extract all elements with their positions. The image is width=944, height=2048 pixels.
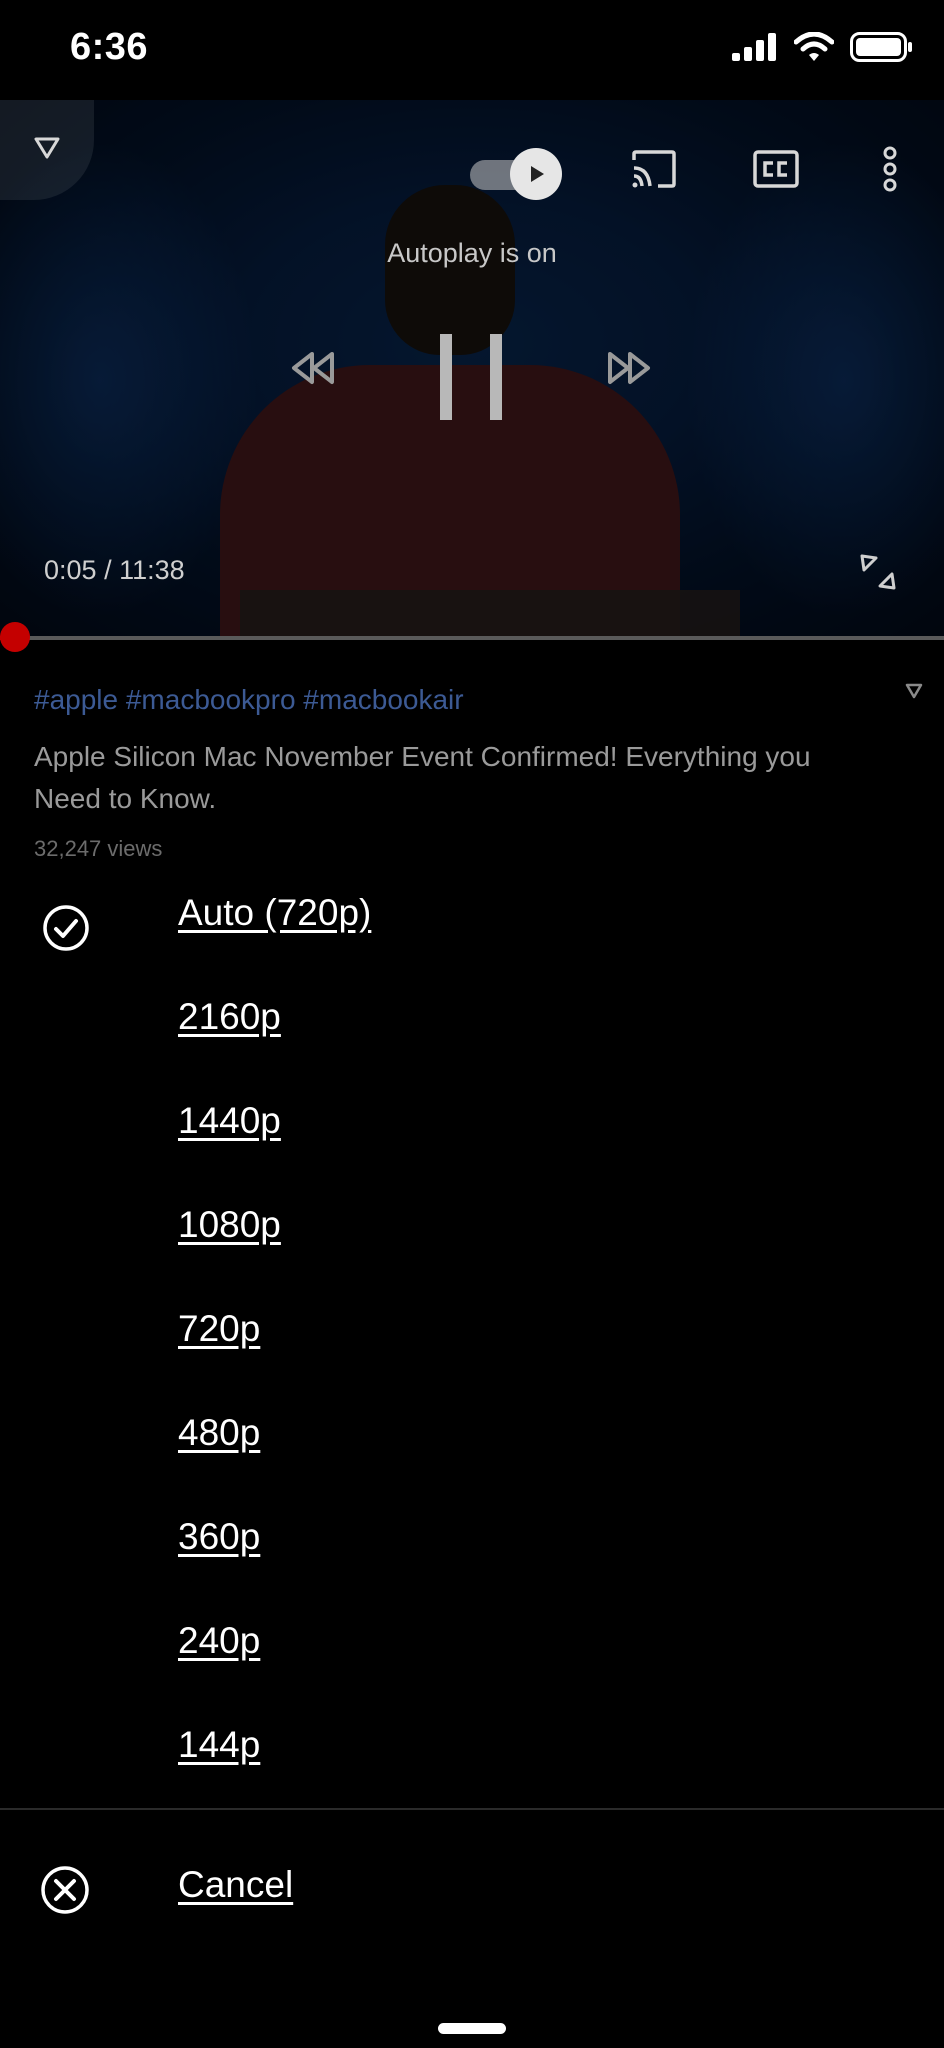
quality-option-480p[interactable]: 480p (0, 1384, 944, 1488)
quality-option-1080p[interactable]: 1080p (0, 1176, 944, 1280)
quality-option-label: 240p (178, 1620, 261, 1661)
cancel-label: Cancel (178, 1864, 294, 1905)
wifi-icon (794, 32, 834, 62)
status-bar: 6:36 (0, 0, 944, 100)
progress-scrubber[interactable] (0, 622, 30, 652)
pause-button[interactable] (438, 332, 504, 427)
autoplay-status-label: Autoplay is on (387, 238, 557, 268)
more-options-button[interactable] (880, 145, 900, 198)
fast-forward-icon (604, 352, 654, 392)
video-player[interactable]: Autoplay is on 0:05 / 11:38 (0, 100, 944, 640)
autoplay-toggle-icon (510, 148, 562, 200)
quality-option-label: 720p (178, 1308, 261, 1349)
status-icons (732, 32, 914, 62)
expand-description-button[interactable] (904, 682, 924, 705)
chevron-down-icon (904, 683, 924, 704)
progress-bar[interactable] (0, 636, 944, 640)
current-time: 0:05 (44, 555, 97, 585)
quality-option-auto[interactable]: Auto (720p) (0, 864, 944, 968)
quality-option-label: 2160p (178, 996, 281, 1037)
pause-icon (438, 334, 504, 426)
signal-icon (732, 33, 778, 61)
cast-button[interactable] (630, 148, 678, 195)
quality-option-label: 144p (178, 1724, 261, 1765)
quality-option-label: Auto (720p) (178, 892, 372, 933)
quality-option-720p[interactable]: 720p (0, 1280, 944, 1384)
fast-forward-button[interactable] (604, 348, 654, 393)
duration: 11:38 (119, 555, 185, 585)
fullscreen-button[interactable] (858, 552, 898, 597)
more-vert-icon (880, 146, 900, 197)
fullscreen-icon (858, 554, 898, 596)
quality-option-144p[interactable]: 144p (0, 1696, 944, 1800)
captions-button[interactable] (752, 148, 800, 195)
time-display: 0:05 / 11:38 (44, 555, 185, 586)
video-hashtags[interactable]: #apple #macbookpro #macbookair (34, 684, 464, 716)
chevron-down-icon (32, 135, 62, 166)
rewind-icon (288, 352, 338, 392)
cast-icon (630, 150, 678, 194)
home-indicator[interactable] (438, 2023, 506, 2034)
quality-option-label: 1080p (178, 1204, 281, 1245)
menu-divider (0, 1808, 944, 1810)
quality-option-240p[interactable]: 240p (0, 1592, 944, 1696)
video-title: Apple Silicon Mac November Event Confirm… (34, 741, 811, 814)
view-count: 32,247 views (34, 836, 163, 861)
quality-option-1440p[interactable]: 1440p (0, 1072, 944, 1176)
cc-icon (752, 150, 800, 194)
quality-option-label: 480p (178, 1412, 261, 1453)
quality-option-label: 1440p (178, 1100, 281, 1141)
autoplay-toggle[interactable] (470, 148, 562, 200)
quality-option-2160p[interactable]: 2160p (0, 968, 944, 1072)
check-circle-icon (42, 904, 90, 957)
quality-option-360p[interactable]: 360p (0, 1488, 944, 1592)
quality-option-label: 360p (178, 1516, 261, 1557)
status-time: 6:36 (70, 26, 149, 68)
cancel-button[interactable]: Cancel (0, 1840, 944, 1940)
close-circle-icon (40, 1865, 90, 1920)
time-separator: / (96, 555, 120, 585)
rewind-button[interactable] (288, 348, 338, 393)
battery-icon (850, 32, 914, 62)
